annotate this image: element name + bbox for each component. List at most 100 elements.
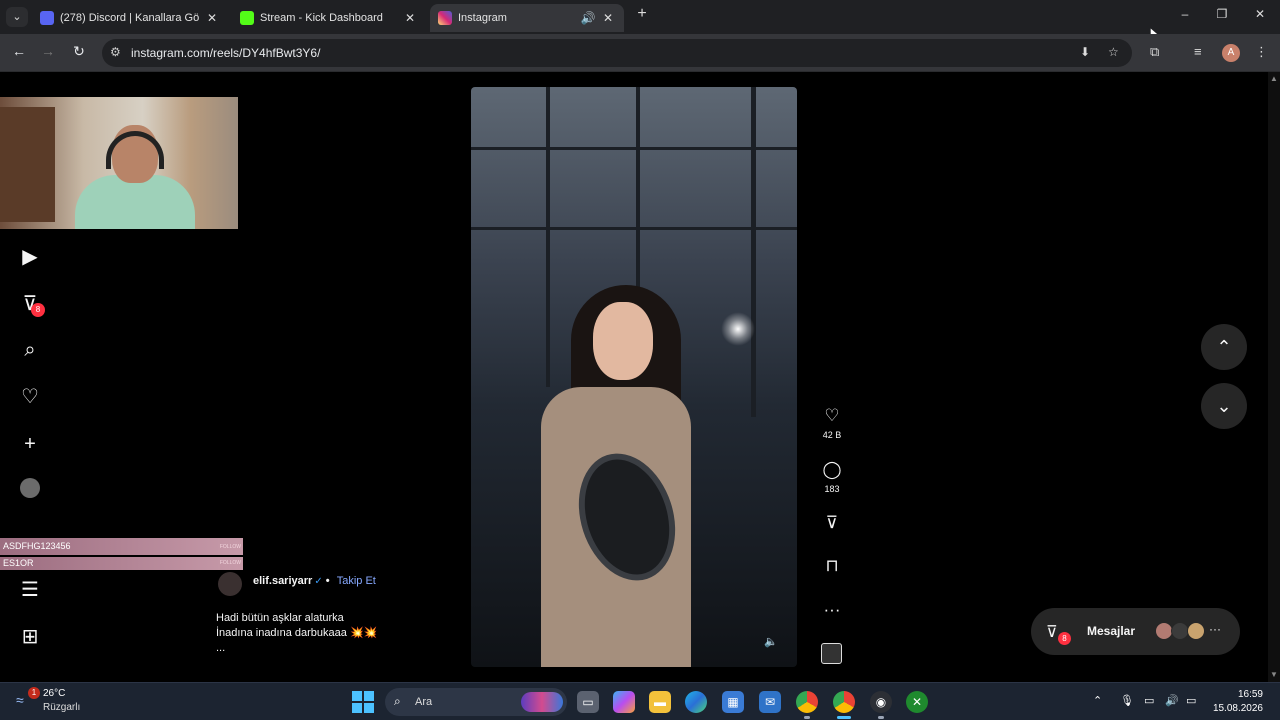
- volume-icon[interactable]: 🔊: [1165, 694, 1179, 707]
- notifications-heart-icon[interactable]: ♡: [18, 385, 42, 409]
- active-indicator: [837, 716, 851, 719]
- bookmark-star-icon[interactable]: ☆: [1108, 45, 1119, 59]
- menu-hamburger-icon[interactable]: ☰: [18, 578, 42, 602]
- windows-taskbar: ≈ 1 26°C Rüzgarlı ⌕ Ara ▭ ▬ ▦ ✉ ◉ ✕ ⌃ 🎙 …: [0, 682, 1280, 720]
- search-highlight-image: [521, 692, 563, 712]
- like-action[interactable]: ♡ 42 B: [818, 406, 846, 440]
- discord-icon: [40, 11, 54, 25]
- close-tab-icon[interactable]: ✕: [204, 11, 220, 25]
- comment-action[interactable]: ◯ 183: [818, 460, 846, 494]
- tab-kick-dashboard[interactable]: Stream - Kick Dashboard ✕: [232, 4, 426, 32]
- share-action[interactable]: ⊽: [818, 513, 846, 533]
- also-from-meta-icon[interactable]: ⊞: [18, 625, 42, 649]
- obs-studio-icon[interactable]: ◉: [870, 691, 892, 713]
- windows-start-icon[interactable]: [352, 691, 374, 713]
- media-control-icon[interactable]: ≡: [1194, 44, 1202, 59]
- copilot-icon[interactable]: [613, 691, 635, 713]
- weather-badge: 1: [28, 687, 40, 699]
- close-tab-icon[interactable]: ✕: [402, 11, 418, 25]
- new-tab-button[interactable]: +: [627, 5, 657, 23]
- tab-instagram[interactable]: Instagram 🔊 ✕: [430, 4, 624, 32]
- extensions-icon[interactable]: ⧉: [1150, 44, 1159, 60]
- bookshelf: [0, 107, 55, 222]
- follower-tag: FOLLOW: [219, 544, 241, 550]
- back-arrow-icon[interactable]: ←: [9, 43, 29, 59]
- reel-video[interactable]: 🔈: [471, 87, 797, 667]
- xbox-icon[interactable]: ✕: [906, 691, 928, 713]
- weather-wind-icon[interactable]: ≈: [16, 692, 24, 708]
- taskbar-search[interactable]: ⌕ Ara: [385, 688, 567, 716]
- more-options-action[interactable]: ···: [818, 600, 846, 620]
- scroll-down-arrow-icon[interactable]: ▼: [1268, 670, 1280, 679]
- performer-face: [593, 302, 653, 380]
- ceiling-light: [721, 312, 755, 346]
- reload-icon[interactable]: ↻: [69, 43, 89, 60]
- search-placeholder: Ara: [415, 696, 433, 708]
- more-menu-icon[interactable]: ⋮: [1255, 44, 1268, 60]
- follower-name: ASDFHG123456: [3, 541, 71, 551]
- network-icon[interactable]: ▭: [1144, 694, 1154, 707]
- task-view-icon[interactable]: ▭: [577, 691, 599, 713]
- create-plus-icon[interactable]: +: [18, 432, 42, 456]
- instagram-icon: [438, 11, 452, 25]
- chrome-active-icon[interactable]: [833, 691, 855, 713]
- tab-discord[interactable]: (278) Discord | Kanallara Gö ✕: [32, 4, 228, 32]
- window-frame: [751, 87, 756, 417]
- profile-avatar[interactable]: A: [1222, 44, 1240, 62]
- speaker-icon[interactable]: 🔊: [580, 11, 596, 25]
- page-scrollbar[interactable]: ▲ ▼: [1268, 72, 1280, 682]
- author-username[interactable]: elif.sariyarr: [253, 575, 312, 587]
- tab-search-button[interactable]: ⌄: [6, 7, 28, 27]
- follower-name: ES1OR: [3, 558, 34, 568]
- file-explorer-icon[interactable]: ▬: [649, 691, 671, 713]
- messages-button[interactable]: ⊽ 8 Mesajlar ···: [1031, 608, 1240, 655]
- store-icon[interactable]: ▦: [722, 691, 744, 713]
- more-dots-icon[interactable]: ···: [818, 600, 846, 620]
- like-count: 42 B: [822, 430, 842, 440]
- profile-avatar-icon[interactable]: [18, 478, 42, 502]
- minimize-button[interactable]: –: [1170, 7, 1200, 21]
- edge-icon[interactable]: [685, 691, 707, 713]
- url-text[interactable]: instagram.com/reels/DY4hfBwt3Y6/: [131, 46, 320, 60]
- search-icon[interactable]: ⌕: [18, 338, 42, 362]
- follow-button[interactable]: Takip Et: [337, 575, 376, 587]
- messages-count-badge: 8: [1058, 632, 1071, 645]
- scroll-up-arrow-icon[interactable]: ▲: [1268, 74, 1280, 83]
- tab-title: (278) Discord | Kanallara Gö: [60, 12, 200, 24]
- weather-description[interactable]: Rüzgarlı: [43, 702, 80, 713]
- author-avatar[interactable]: [218, 572, 242, 596]
- caption-text[interactable]: Hadi bütün aşklar alaturka İnadına inadı…: [216, 611, 456, 656]
- direct-messages-icon: ⊽: [1046, 624, 1058, 641]
- share-paper-plane-icon[interactable]: ⊽: [818, 513, 846, 533]
- reels-icon[interactable]: ▶: [18, 245, 42, 269]
- previous-reel-button[interactable]: ⌃: [1201, 324, 1247, 370]
- weather-temperature[interactable]: 26°C: [43, 688, 65, 699]
- heart-icon[interactable]: ♡: [818, 406, 846, 426]
- audio-toggle-icon[interactable]: 🔈: [764, 635, 778, 648]
- battery-icon[interactable]: ▭: [1186, 694, 1196, 707]
- forward-arrow-icon[interactable]: →: [38, 43, 58, 59]
- restore-button[interactable]: ❐: [1207, 7, 1237, 21]
- bookmark-icon[interactable]: ⊓: [818, 556, 846, 576]
- microphone-icon[interactable]: 🎙: [1120, 694, 1134, 707]
- taskbar-clock[interactable]: 16:59 15.08.2026: [1205, 688, 1263, 716]
- stream-follower-bar: ES1OR FOLLOW: [0, 557, 243, 570]
- comment-icon[interactable]: ◯: [818, 460, 846, 480]
- show-hidden-icons-icon[interactable]: ⌃: [1093, 694, 1102, 707]
- messages-label: Mesajlar: [1087, 624, 1136, 638]
- audio-thumbnail[interactable]: [821, 643, 842, 664]
- clock-time: 16:59: [1237, 689, 1263, 700]
- save-action[interactable]: ⊓: [818, 556, 846, 576]
- address-bar[interactable]: ⚙ instagram.com/reels/DY4hfBwt3Y6/ ⬇ ☆: [102, 39, 1132, 67]
- next-reel-button[interactable]: ⌄: [1201, 383, 1247, 429]
- running-indicator: [804, 716, 810, 719]
- follower-tag: FOLLOW: [219, 560, 241, 566]
- close-window-button[interactable]: ✕: [1245, 7, 1275, 21]
- browser-tab-bar: ⌄ (278) Discord | Kanallara Gö ✕ Stream …: [0, 0, 1280, 41]
- close-tab-icon[interactable]: ✕: [600, 11, 616, 25]
- site-info-icon[interactable]: ⚙: [110, 45, 121, 59]
- install-app-icon[interactable]: ⬇: [1080, 45, 1090, 59]
- chrome-icon[interactable]: [796, 691, 818, 713]
- window-frame: [471, 147, 797, 150]
- outlook-icon[interactable]: ✉: [759, 691, 781, 713]
